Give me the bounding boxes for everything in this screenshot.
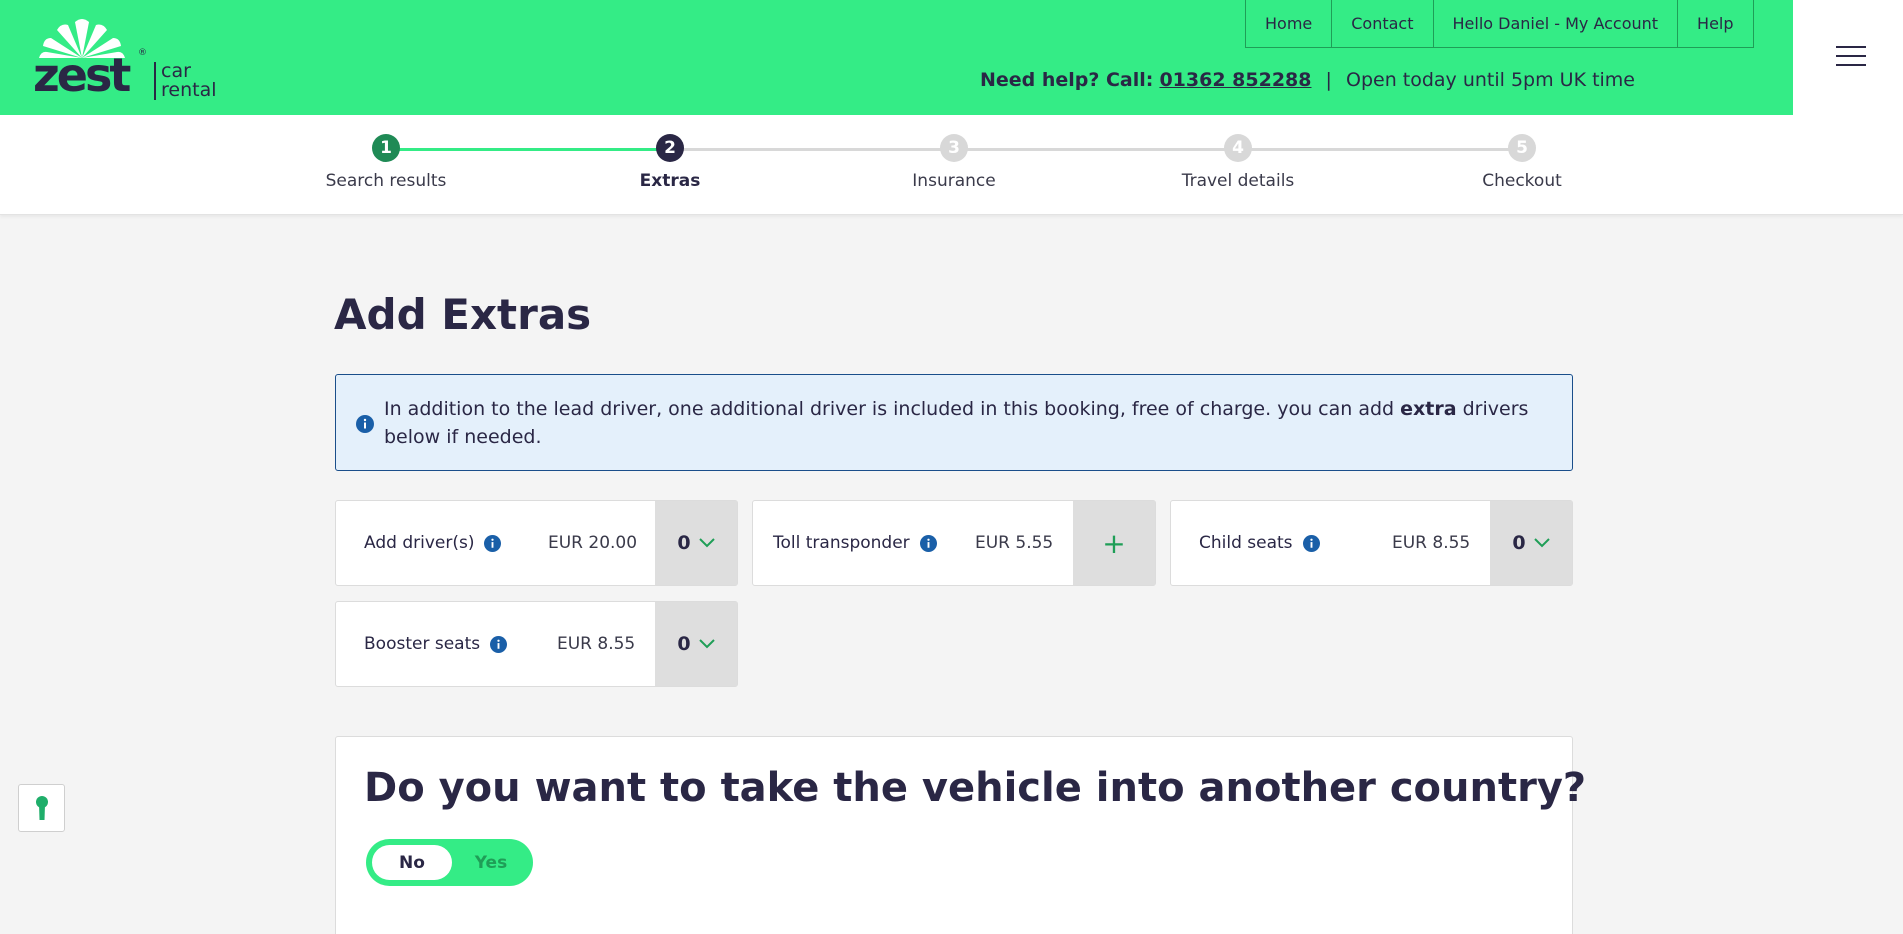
top-navigation: Home Contact Hello Daniel - My Account H… [1245,0,1754,48]
step-label: Checkout [1482,171,1562,191]
info-icon[interactable] [1302,534,1320,552]
header-menu-area [1793,0,1903,115]
toggle-option-yes[interactable]: Yes [456,845,526,880]
booking-progress: 1 Search results 2 Extras 3 Insurance 4 … [0,115,1903,215]
notice-text-bold: extra [1400,398,1457,420]
info-icon[interactable] [484,534,502,552]
step-label: Extras [639,171,701,191]
help-phone-link[interactable]: 01362 852288 [1159,69,1311,91]
child-seats-quantity-select[interactable]: 0 [1490,501,1572,585]
help-line: Need help? Call: 01362 852288 | Open tod… [980,69,1635,91]
step-label: Travel details [1181,171,1295,191]
extra-name: Toll transponder [773,501,937,585]
extra-name: Child seats [1199,501,1320,585]
progress-step-checkout: 5 Checkout [1422,134,1622,191]
add-toll-transponder-button[interactable]: + [1073,501,1155,585]
info-icon[interactable] [490,635,508,653]
step-label: Insurance [912,171,996,191]
booster-seats-quantity-select[interactable]: 0 [655,602,737,686]
help-hours: Open today until 5pm UK time [1345,69,1635,91]
extra-price: EUR 8.55 [557,634,636,654]
plus-icon: + [1102,526,1126,560]
extra-card-toll-transponder: Toll transponder EUR 5.55 + [752,500,1156,586]
cross-border-question: Do you want to take the vehicle into ano… [364,765,1587,811]
step-number: 1 [372,134,400,162]
info-icon [356,415,374,433]
extra-price: EUR 5.55 [975,533,1054,553]
step-number: 2 [656,134,684,162]
progress-track-remaining [670,148,1522,151]
notice-text-before: In addition to the lead driver, one addi… [384,398,1395,420]
additional-driver-notice: In addition to the lead driver, one addi… [335,374,1573,471]
step-number: 5 [1508,134,1536,162]
quantity-value: 0 [677,532,691,554]
extra-price: EUR 8.55 [1392,533,1471,553]
page-title: Add Extras [334,290,592,339]
nav-help-link[interactable]: Help [1678,0,1752,47]
nav-home-link[interactable]: Home [1246,0,1333,47]
toggle-option-no[interactable]: No [372,845,452,880]
extra-price: EUR 20.00 [548,533,638,553]
step-label: Search results [325,171,447,191]
cross-border-section: Do you want to take the vehicle into ano… [335,736,1586,934]
extra-card-booster-seats: Booster seats EUR 8.55 0 [335,601,738,687]
logo-subtitle: car rental [154,62,217,100]
step-number: 3 [940,134,968,162]
extra-name-text: Add driver(s) [364,533,475,553]
nav-contact-link[interactable]: Contact [1332,0,1434,47]
chevron-down-icon [1533,538,1550,548]
chevron-down-icon [698,538,715,548]
keyhole-icon [35,796,48,820]
nav-my-account-link[interactable]: Hello Daniel - My Account [1434,0,1679,47]
site-header: zest ® car rental Home Contact Hello Dan… [0,0,1793,115]
progress-step-search-results[interactable]: 1 Search results [286,134,486,191]
cross-border-toggle[interactable]: No Yes [366,839,533,886]
hamburger-menu-icon[interactable] [1836,46,1866,68]
extra-name-text: Toll transponder [773,533,910,553]
help-prefix: Need help? Call: [979,69,1154,91]
extra-card-add-drivers: Add driver(s) EUR 20.00 0 [335,500,738,586]
chevron-down-icon [698,639,715,649]
zest-logo[interactable]: zest ® car rental [33,18,223,102]
extra-name: Booster seats [364,602,508,686]
help-separator: | [1325,69,1332,91]
extra-name-text: Child seats [1199,533,1293,553]
notice-text: In addition to the lead driver, one addi… [384,395,1554,451]
privacy-settings-button[interactable] [18,784,65,832]
logo-word: zest [33,48,131,102]
progress-step-travel-details: 4 Travel details [1138,134,1338,191]
step-number: 4 [1224,134,1252,162]
add-drivers-quantity-select[interactable]: 0 [655,501,737,585]
quantity-value: 0 [1512,532,1526,554]
quantity-value: 0 [677,633,691,655]
extra-name-text: Booster seats [364,634,481,654]
progress-step-insurance: 3 Insurance [854,134,1054,191]
progress-step-extras: 2 Extras [570,134,770,191]
logo-sub-line2: rental [161,79,217,101]
info-icon[interactable] [919,534,937,552]
extra-card-child-seats: Child seats EUR 8.55 0 [1170,500,1573,586]
logo-registered-mark: ® [138,48,147,58]
extra-name: Add driver(s) [364,501,502,585]
